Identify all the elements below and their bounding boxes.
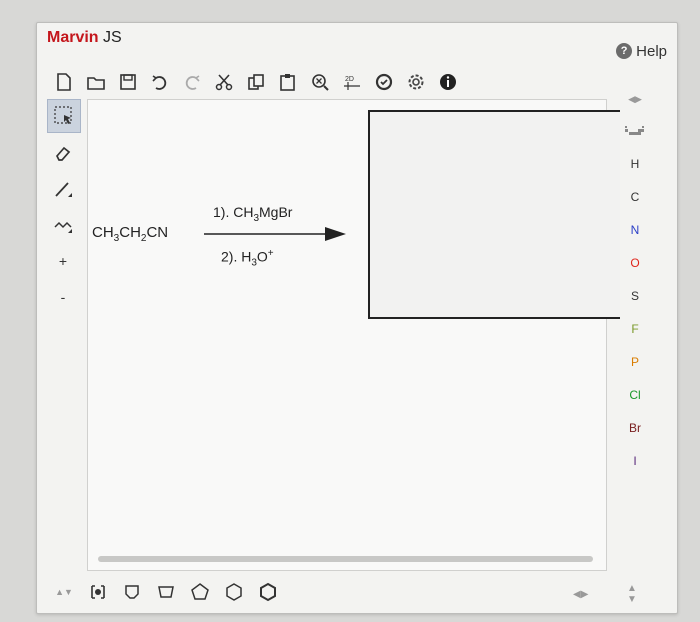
app-title-marvin: Marvin: [47, 29, 99, 46]
svg-text:2D: 2D: [345, 76, 354, 83]
element-button-p[interactable]: P: [619, 345, 651, 378]
copy-icon: [248, 74, 264, 90]
bond-tool[interactable]: [47, 173, 79, 205]
bottom-collapse-arrows[interactable]: ▲▼: [51, 579, 77, 605]
left-toolbar: + -: [47, 99, 81, 339]
cyclopropane-template-button[interactable]: [153, 579, 179, 605]
horizontal-scrollbar[interactable]: [98, 556, 593, 562]
reaction-arrow[interactable]: [200, 224, 350, 244]
element-button-c[interactable]: C: [619, 180, 651, 213]
info-icon: [440, 74, 456, 90]
app-title: Marvin JS: [47, 29, 122, 47]
benzene-icon: [125, 585, 139, 599]
redo-icon: [185, 75, 200, 90]
cyclopentane-template-button[interactable]: [187, 579, 213, 605]
benzene-template-button[interactable]: [119, 579, 145, 605]
title-bar: Marvin JS ? Help: [37, 23, 677, 60]
element-button-f[interactable]: F: [619, 312, 651, 345]
single-bond-icon: [55, 182, 72, 197]
charge-plus-tool[interactable]: +: [47, 245, 79, 277]
heptagon-icon: [260, 582, 276, 602]
element-button-s[interactable]: S: [619, 279, 651, 312]
save-button[interactable]: [115, 69, 141, 95]
cycloheptane-template-button[interactable]: [255, 579, 281, 605]
redo-button[interactable]: [179, 69, 205, 95]
pentagon-icon: [191, 583, 209, 600]
app-title-js: JS: [103, 29, 122, 46]
periodic-table-icon: [625, 126, 644, 135]
collapse-arrows[interactable]: ◀▶: [619, 83, 651, 115]
top-toolbar: 2D: [51, 69, 571, 95]
paste-button[interactable]: [275, 69, 301, 95]
erase-tool[interactable]: [47, 137, 79, 169]
save-icon: [120, 74, 136, 90]
bottom-right-updown[interactable]: ▲ ▼: [627, 583, 637, 605]
element-button-br[interactable]: Br: [619, 411, 651, 444]
element-button-h[interactable]: H: [619, 147, 651, 180]
help-icon: ?: [616, 43, 633, 59]
element-button-i[interactable]: I: [619, 444, 651, 477]
periodic-table-button[interactable]: [619, 115, 651, 147]
drawing-canvas[interactable]: CH3CH2CN 1). CH3MgBr 2). H3O+: [87, 99, 620, 571]
undo-button[interactable]: [147, 69, 173, 95]
help-label: Help: [636, 42, 667, 60]
copy-button[interactable]: [243, 69, 269, 95]
template-library-icon: [91, 585, 105, 599]
paste-icon: [280, 74, 295, 91]
reactant-label: CH3CH2CN: [92, 224, 169, 244]
right-toolbar: ◀▶ H C N O S F P Cl Br I: [619, 83, 659, 543]
eraser-icon: [55, 146, 71, 161]
aromatize-button[interactable]: [371, 69, 397, 95]
zoom-icon: [312, 74, 329, 91]
selection-icon: [54, 106, 72, 124]
condition-2: 2). H3O+: [221, 248, 274, 269]
bottom-toolbar: ▲▼: [51, 579, 331, 605]
hexagon-icon: [226, 583, 242, 601]
condition-1: 1). CH3MgBr: [213, 204, 293, 224]
refresh-icon: [375, 73, 393, 91]
select-tool[interactable]: [47, 99, 81, 133]
cut-button[interactable]: [211, 69, 237, 95]
element-button-o[interactable]: O: [619, 246, 651, 279]
bottom-right-arrows[interactable]: ◀▶: [573, 589, 588, 600]
zoom-button[interactable]: [307, 69, 333, 95]
clean-2d-button[interactable]: 2D: [339, 69, 365, 95]
new-document-icon: [57, 73, 71, 91]
template-library-button[interactable]: [85, 579, 111, 605]
cyclohexane-template-button[interactable]: [221, 579, 247, 605]
gear-icon: [408, 74, 424, 90]
help-button[interactable]: ? Help: [616, 41, 667, 61]
charge-minus-tool[interactable]: -: [47, 281, 79, 313]
chain-icon: [54, 221, 72, 233]
about-button[interactable]: [435, 69, 461, 95]
undo-icon: [152, 75, 167, 90]
open-button[interactable]: [83, 69, 109, 95]
new-document-button[interactable]: [51, 69, 77, 95]
scissors-icon: [215, 74, 233, 91]
folder-icon: [87, 77, 105, 90]
element-button-n[interactable]: N: [619, 213, 651, 246]
clean-2d-icon: 2D: [344, 76, 360, 90]
chain-tool[interactable]: [47, 209, 79, 241]
settings-button[interactable]: [403, 69, 429, 95]
cyclopropane-icon: [158, 586, 174, 598]
marvin-window: Marvin JS ? Help 2D + - CH3CH2CN 1). CH3…: [36, 22, 678, 614]
element-button-cl[interactable]: Cl: [619, 378, 651, 411]
product-box[interactable]: [368, 110, 620, 319]
